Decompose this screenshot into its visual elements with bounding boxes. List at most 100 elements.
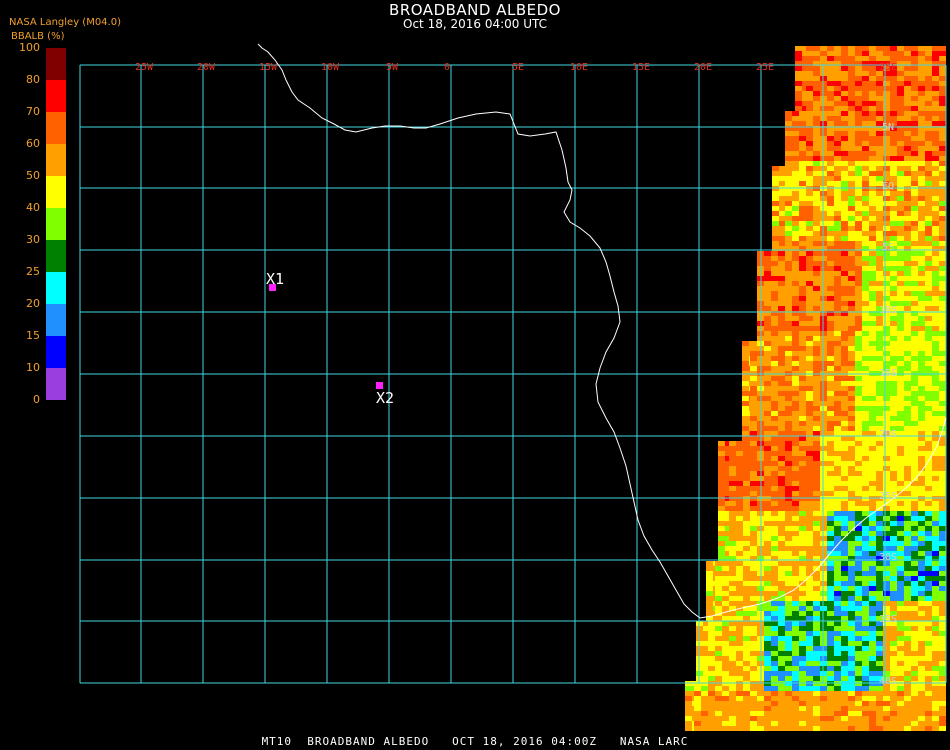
albedo-pixel [742, 356, 749, 361]
albedo-pixel [883, 271, 890, 276]
albedo-pixel [855, 391, 862, 396]
albedo-pixel [792, 321, 799, 326]
albedo-pixel [932, 296, 939, 301]
albedo-pixel [869, 201, 876, 206]
albedo-pixel [862, 281, 869, 286]
albedo-pixel [834, 621, 841, 626]
albedo-pixel [841, 436, 848, 441]
albedo-pixel [792, 396, 799, 401]
albedo-pixel [813, 696, 820, 701]
albedo-pixel [862, 46, 869, 51]
albedo-pixel [827, 416, 834, 421]
albedo-pixel [750, 521, 757, 526]
albedo-pixel [715, 661, 722, 666]
albedo-pixel [729, 676, 736, 681]
albedo-pixel [890, 401, 897, 406]
albedo-pixel [855, 251, 862, 256]
albedo-pixel [876, 701, 883, 706]
albedo-pixel [799, 266, 806, 271]
albedo-pixel [911, 146, 918, 151]
albedo-pixel [799, 241, 806, 246]
albedo-pixel [841, 156, 848, 161]
albedo-pixel [743, 626, 750, 631]
albedo-pixel [799, 601, 806, 606]
albedo-pixel [778, 341, 785, 346]
site-marker[interactable] [376, 382, 383, 389]
albedo-pixel [827, 581, 834, 586]
albedo-pixel [685, 701, 692, 706]
albedo-pixel [813, 166, 820, 171]
albedo-pixel [813, 536, 820, 541]
albedo-pixel [897, 286, 904, 291]
albedo-pixel [911, 286, 918, 291]
albedo-pixel [848, 316, 855, 321]
albedo-pixel [918, 721, 925, 726]
albedo-pixel [890, 591, 897, 596]
albedo-pixel [799, 301, 806, 306]
albedo-pixel [918, 291, 925, 296]
albedo-pixel [827, 401, 834, 406]
albedo-pixel [827, 686, 834, 691]
albedo-pixel [876, 566, 883, 571]
albedo-pixel [869, 516, 876, 521]
albedo-pixel [771, 406, 778, 411]
albedo-pixel [799, 281, 806, 286]
albedo-pixel [813, 396, 820, 401]
albedo-pixel [897, 431, 904, 436]
albedo-pixel [785, 251, 792, 256]
albedo-pixel [785, 551, 792, 556]
albedo-pixel [792, 516, 799, 521]
albedo-pixel [876, 226, 883, 231]
albedo-pixel [743, 491, 750, 496]
albedo-pixel [764, 626, 771, 631]
albedo-pixel [890, 266, 897, 271]
albedo-pixel [841, 471, 848, 476]
albedo-pixel [925, 221, 932, 226]
albedo-pixel [876, 446, 883, 451]
albedo-pixel [904, 426, 911, 431]
albedo-pixel [718, 516, 725, 521]
albedo-pixel [890, 256, 897, 261]
albedo-pixel [772, 176, 779, 181]
albedo-pixel [806, 426, 813, 431]
albedo-pixel [764, 471, 771, 476]
albedo-pixel [834, 521, 841, 526]
albedo-pixel [771, 256, 778, 261]
albedo-pixel [841, 341, 848, 346]
albedo-pixel [932, 606, 939, 611]
albedo-pixel [918, 616, 925, 621]
albedo-pixel [862, 256, 869, 261]
albedo-pixel [694, 721, 701, 726]
albedo-pixel [925, 726, 932, 731]
albedo-pixel [904, 451, 911, 456]
albedo-pixel [785, 521, 792, 526]
albedo-pixel [799, 696, 806, 701]
albedo-pixel [869, 221, 876, 226]
albedo-pixel [925, 531, 932, 536]
albedo-pixel [771, 641, 778, 646]
albedo-pixel [904, 461, 911, 466]
albedo-pixel [869, 571, 876, 576]
albedo-pixel [883, 716, 890, 721]
albedo-pixel [855, 291, 862, 296]
albedo-pixel [855, 686, 862, 691]
albedo-pixel [813, 481, 820, 486]
albedo-pixel [750, 581, 757, 586]
albedo-pixel [841, 176, 848, 181]
albedo-pixel [883, 401, 890, 406]
albedo-pixel [806, 91, 813, 96]
albedo-pixel [785, 136, 792, 141]
albedo-pixel [778, 656, 785, 661]
albedo-pixel [813, 361, 820, 366]
albedo-pixel [792, 166, 799, 171]
map-canvas[interactable]: 25W 20W 15W 10W 5W 0 5E 10E 15E 20E 25E 35E 5NEQ5S1… [0, 0, 950, 750]
albedo-pixel [848, 66, 855, 71]
albedo-pixel [834, 106, 841, 111]
albedo-pixel [834, 146, 841, 151]
albedo-pixel [778, 461, 785, 466]
albedo-pixel [932, 456, 939, 461]
albedo-pixel [771, 331, 778, 336]
albedo-pixel [925, 166, 932, 171]
albedo-pixel [918, 501, 925, 506]
albedo-pixel [925, 431, 932, 436]
